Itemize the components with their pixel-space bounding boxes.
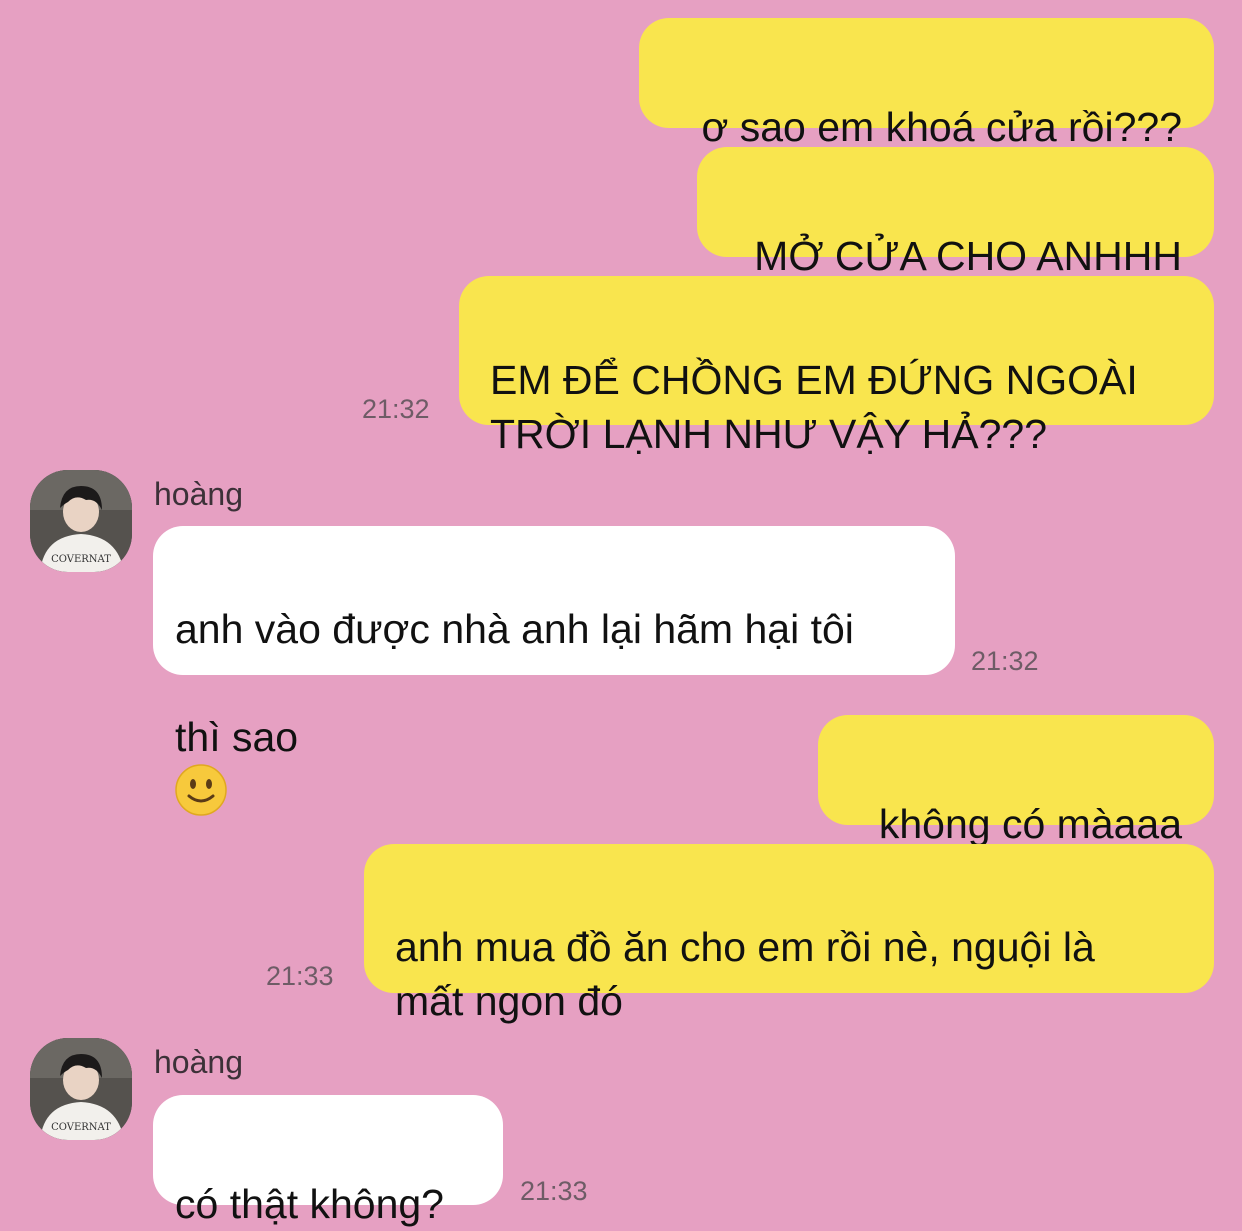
avatar-photo: COVERNAT [30,1038,132,1140]
message-timestamp: 21:33 [266,961,334,991]
avatar[interactable]: COVERNAT [30,470,132,572]
my-message-bubble[interactable]: MỞ CỬA CHO ANHHH [697,147,1214,279]
sender-name: hoàng [154,476,243,512]
message-text: không có màaaa [878,801,1182,847]
message-timestamp: 21:32 [362,394,430,424]
message-text: anh vào được nhà anh lại hãm hại tôi [175,606,854,652]
message-text: anh mua đồ ăn cho em rồi nè, nguội là mấ… [395,924,1095,1024]
sender-name: hoàng [154,1044,243,1080]
slightly-smiling-face-icon [175,764,227,816]
their-message-bubble[interactable]: anh vào được nhà anh lại hãm hại tôi thì… [153,526,955,816]
message-timestamp: 21:33 [520,1176,588,1206]
message-text: thì sao [175,714,299,760]
message-text: ơ sao em khoá cửa rồi??? [701,104,1182,150]
message-text: MỞ CỬA CHO ANHHH [754,233,1182,279]
chat-thread[interactable]: ơ sao em khoá cửa rồi??? MỞ CỬA CHO ANHH… [0,0,1242,1227]
message-timestamp: 21:32 [971,646,1039,676]
avatar-shirt-text: COVERNAT [51,554,111,565]
message-text: EM ĐỂ CHỒNG EM ĐỨNG NGOÀI TRỜI LẠNH NHƯ … [490,357,1138,457]
avatar-shirt-text: COVERNAT [51,1122,111,1133]
avatar-photo: COVERNAT [30,470,132,572]
message-text: có thật không? [175,1181,444,1227]
avatar[interactable]: COVERNAT [30,1038,132,1140]
my-message-bubble[interactable]: ơ sao em khoá cửa rồi??? [639,18,1214,150]
my-message-bubble[interactable]: EM ĐỂ CHỒNG EM ĐỨNG NGOÀI TRỜI LẠNH NHƯ … [459,276,1214,457]
my-message-bubble[interactable]: anh mua đồ ăn cho em rồi nè, nguội là mấ… [364,844,1214,1024]
their-message-bubble[interactable]: có thật không? [153,1095,503,1227]
my-message-bubble[interactable]: không có màaaa [818,715,1214,847]
